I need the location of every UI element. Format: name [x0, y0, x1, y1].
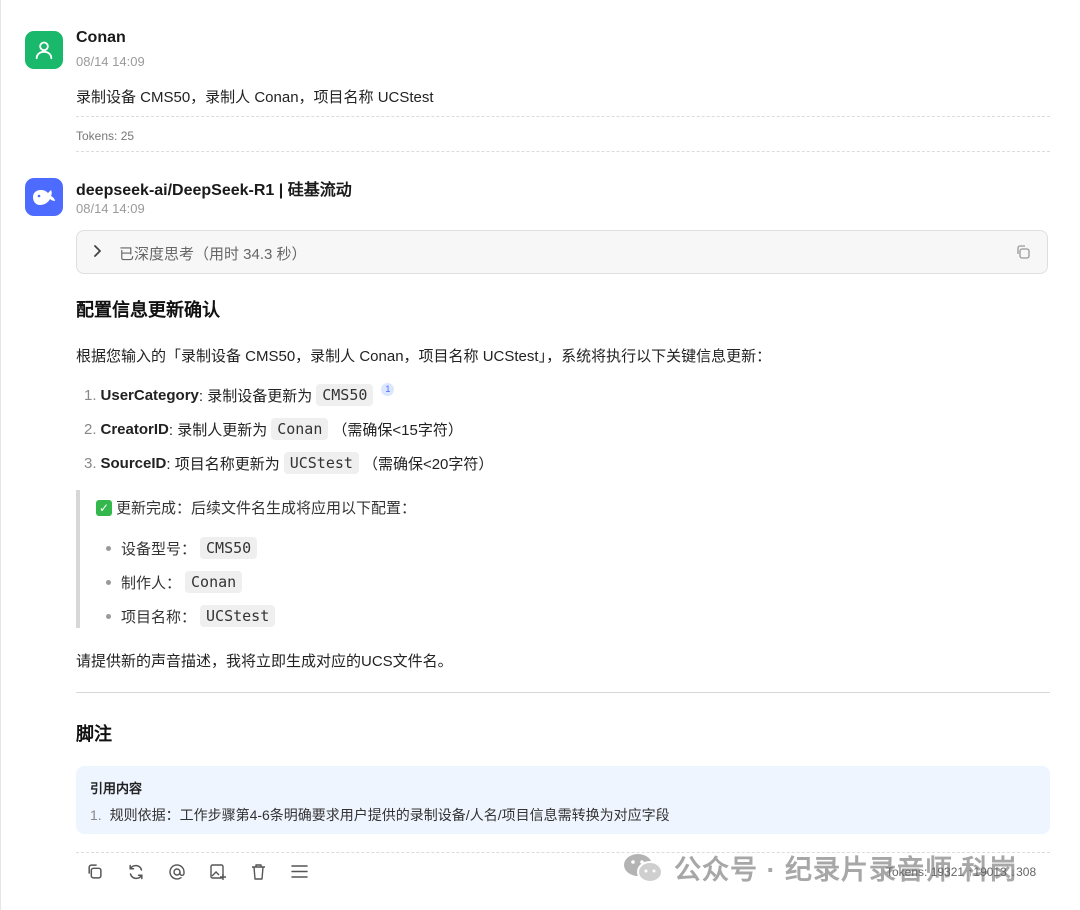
user-name: Conan: [76, 29, 126, 46]
bullet-dot: [106, 613, 111, 619]
assistant-timestamp: 08/14 14:09: [76, 201, 145, 216]
inline-code: UCStest: [283, 452, 359, 474]
assistant-avatar: [25, 178, 63, 216]
divider: [76, 116, 1050, 117]
at-icon[interactable]: [167, 862, 186, 881]
field-note: （需确保<15字符）: [332, 421, 463, 439]
assistant-token-count: Tokens: 19321 ↑19013 ↓308: [886, 865, 1037, 879]
thinking-label: 已深度思考（用时 34.3 秒）: [119, 246, 307, 263]
list-item: 1. UserCategory : 录制设备更新为 CMS50 1: [84, 382, 395, 406]
field-note: （需确保<20字符）: [362, 455, 494, 473]
user-icon: [35, 41, 53, 60]
copy-icon[interactable]: [85, 862, 104, 881]
footnote-heading: 脚注: [76, 724, 112, 744]
field-text: : 项目名称更新为: [166, 455, 280, 473]
inline-code: UCStest: [200, 605, 276, 627]
response-heading: 配置信息更新确认: [76, 300, 220, 320]
bullet-label: 项目名称：: [121, 607, 197, 626]
list-number: 2.: [84, 420, 97, 438]
inline-code: CMS50: [200, 537, 258, 559]
wechat-icon: [624, 853, 663, 883]
divider: [76, 151, 1050, 152]
inline-code: Conan: [271, 418, 329, 440]
field-key: CreatorID: [100, 420, 169, 438]
user-message-text: 录制设备 CMS50，录制人 Conan，项目名称 UCStest: [76, 89, 434, 106]
citation-title: 引用内容: [90, 781, 143, 796]
response-closing: 请提供新的声音描述，我将立即生成对应的UCS文件名。: [76, 653, 453, 670]
quote-bullet: 制作人： Conan: [94, 571, 246, 593]
field-key: UserCategory: [100, 386, 199, 404]
message-toolbar: [85, 862, 309, 881]
list-item: 3. SourceID : 项目名称更新为 UCStest （需确保<20字符）: [84, 452, 493, 474]
image-plus-icon[interactable]: [208, 862, 227, 881]
blockquote-bar: [76, 490, 80, 628]
citation-text: 规则依据：工作步骤第4-6条明确要求用户提供的录制设备/人名/项目信息需转换为对…: [109, 807, 670, 823]
user-timestamp: 08/14 14:09: [76, 54, 145, 69]
bullet-dot: [106, 579, 111, 585]
response-intro: 根据您输入的「录制设备 CMS50，录制人 Conan，项目名称 UCStest…: [76, 348, 772, 365]
citation-number: 1.: [90, 807, 102, 823]
refresh-icon[interactable]: [126, 862, 145, 881]
copy-icon[interactable]: [1015, 244, 1031, 265]
whale-icon: [33, 190, 55, 205]
quote-bullet: 项目名称： UCStest: [94, 605, 279, 627]
list-number: 1.: [84, 386, 97, 404]
user-avatar: [25, 31, 63, 69]
list-item: 2. CreatorID : 录制人更新为 Conan （需确保<15字符）: [84, 418, 463, 440]
list-number: 3.: [84, 454, 97, 472]
trash-icon[interactable]: [249, 862, 268, 881]
inline-code: CMS50: [316, 384, 374, 406]
citation-box: 引用内容 1. 规则依据：工作步骤第4-6条明确要求用户提供的录制设备/人名/项…: [76, 766, 1050, 834]
quote-bullet: 设备型号： CMS50: [94, 537, 261, 559]
bullet-dot: [106, 545, 111, 551]
field-key: SourceID: [100, 454, 167, 472]
quote-status-text: 更新完成：后续文件名生成将应用以下配置：: [116, 499, 417, 517]
citation-item: 1. 规则依据：工作步骤第4-6条明确要求用户提供的录制设备/人名/项目信息需转…: [90, 805, 670, 825]
footnote-ref[interactable]: 1: [381, 382, 395, 396]
check-icon: ✓: [96, 499, 112, 516]
field-text: : 录制设备更新为: [198, 387, 313, 405]
bullet-label: 设备型号：: [121, 539, 197, 558]
field-text: : 录制人更新为: [168, 421, 268, 439]
user-token-count: Tokens: 25: [76, 129, 135, 143]
assistant-name: deepseek-ai/DeepSeek-R1 | 硅基流动: [76, 182, 352, 199]
chevron-right-icon: [93, 244, 103, 262]
bullet-label: 制作人：: [121, 573, 182, 592]
divider: [76, 692, 1050, 693]
thinking-toggle[interactable]: 已深度思考（用时 34.3 秒）: [76, 230, 1048, 274]
quote-status: ✓ 更新完成：后续文件名生成将应用以下配置：: [96, 497, 416, 518]
left-border: [0, 0, 1, 910]
inline-code: Conan: [185, 571, 243, 593]
menu-icon[interactable]: [290, 862, 309, 881]
